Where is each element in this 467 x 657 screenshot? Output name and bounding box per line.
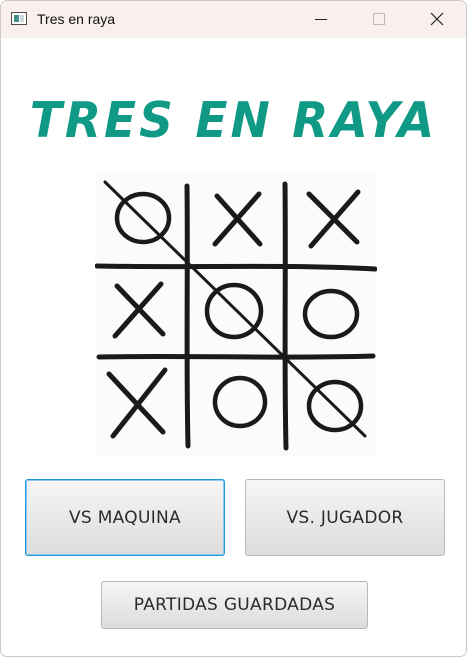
app-icon [11,12,27,25]
saved-games-button[interactable]: PARTIDAS GUARDADAS [101,581,368,629]
maximize-button[interactable] [350,1,408,38]
tic-tac-toe-sketch-icon [94,180,378,451]
close-button[interactable] [408,1,466,38]
maximize-icon [373,13,385,25]
game-title: TRES EN RAYA [29,91,438,150]
app-window: Tres en raya TRES EN RAYA VS MAQUINA VS.… [0,0,467,657]
title-bar[interactable]: Tres en raya [1,1,466,38]
minimize-button[interactable] [292,1,350,38]
minimize-icon [315,19,327,20]
vs-player-button[interactable]: VS. JUGADOR [245,479,445,556]
window-title: Tres en raya [37,11,116,27]
close-icon [430,12,444,26]
vs-machine-button[interactable]: VS MAQUINA [25,479,225,556]
tic-tac-toe-image [94,174,378,456]
